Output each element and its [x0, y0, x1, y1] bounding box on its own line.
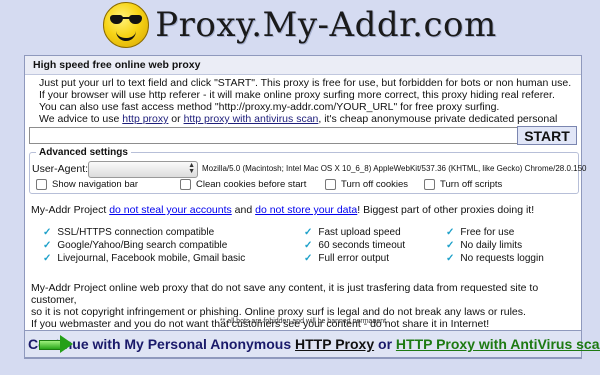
clean-cookies-checkbox[interactable]: Clean cookies before start [180, 179, 306, 190]
continue-text: Continue with My Personal Anonymous HTTP… [28, 336, 600, 352]
feature-item: ✓ SSL/HTTPS connection compatible [43, 226, 245, 239]
continue-text-part: or [374, 336, 396, 352]
continue-http-proxy-link[interactable]: HTTP Proxy [295, 336, 374, 352]
feature-item: ✓ Full error output [304, 252, 405, 265]
user-agent-row: User-Agent: ▲ ▼ Mozilla/5.0 (Macintosh; I… [32, 161, 586, 178]
intro-line: Just put your url to text field and clic… [39, 77, 572, 89]
feature-label: Full error output [318, 253, 389, 264]
intro-line: You can also use fast access method "htt… [39, 101, 500, 113]
checkbox-label: Turn off scripts [440, 179, 503, 190]
features-column: ✓ SSL/HTTPS connection compatible ✓ Google… [43, 226, 245, 265]
about-line: so it is not copyright infringement or p… [31, 306, 526, 318]
features-column: ✓ Fast upload speed ✓ 60 seconds timeout ✓… [304, 226, 405, 265]
feature-label: 60 seconds timeout [318, 240, 406, 251]
checkmark-icon: ✓ [446, 227, 455, 238]
feature-item: ✓ 60 seconds timeout [304, 239, 405, 252]
checkbox-box[interactable] [180, 179, 191, 190]
user-agent-label: User-Agent: [32, 163, 89, 175]
checkmark-icon: ✓ [304, 227, 313, 238]
checkmark-icon: ✓ [304, 240, 313, 251]
no-store-data-link[interactable]: do not store your data [255, 204, 357, 216]
checkbox-label: Show navigation bar [52, 179, 139, 190]
privacy-warning: My-Addr Project do not steal your accoun… [31, 204, 534, 216]
checkmark-icon: ✓ [43, 227, 52, 238]
user-agent-select[interactable]: ▲ ▼ [88, 161, 198, 178]
continue-antivirus-proxy-link[interactable]: HTTP Proxy with AntiVirus scan [396, 336, 600, 352]
feature-label: Fast upload speed [318, 227, 401, 238]
checkbox-label: Clean cookies before start [196, 179, 307, 190]
checkmark-icon: ✓ [43, 253, 52, 264]
checkbox-box[interactable] [424, 179, 435, 190]
continue-bar: Continue with My Personal Anonymous HTTP… [24, 330, 600, 358]
feature-label: Livejournal, Facebook mobile, Gmail basi… [57, 253, 246, 264]
no-steal-accounts-link[interactable]: do not steal your accounts [109, 204, 232, 216]
http-proxy-link[interactable]: http proxy [122, 113, 168, 125]
select-arrows-icon: ▲ ▼ [188, 162, 195, 175]
feature-label: Google/Yahoo/Bing search compatible [57, 240, 228, 251]
checkmark-icon: ✓ [446, 240, 455, 251]
feature-label: SSL/HTTPS connection compatible [57, 227, 215, 238]
intro-line: If your browser will use http referer - … [39, 89, 555, 101]
options-row: Show navigation bar Clean cookies before… [34, 179, 574, 192]
feature-label: Free for use [460, 227, 515, 238]
http-proxy-antivirus-link[interactable]: http proxy with antivirus scan [184, 113, 319, 125]
warning-text: and [231, 204, 256, 216]
feature-item: ✓ Free for use [446, 226, 544, 239]
turn-off-scripts-checkbox[interactable]: Turn off scripts [424, 179, 502, 190]
bots-note: ** all bots are fobidden and will be ban… [219, 318, 387, 325]
feature-item: ✓ Livejournal, Facebook mobile, Gmail bas… [43, 252, 245, 265]
right-arrow-icon [39, 335, 73, 353]
about-line: My-Addr Project online web proxy that do… [31, 282, 539, 306]
checkmark-icon: ✓ [43, 240, 52, 251]
url-row: START [29, 126, 577, 146]
intro-text-part: or [168, 113, 184, 125]
user-agent-value[interactable]: Mozilla/5.0 (Macintosh; Intel Mac OS X 1… [202, 164, 586, 173]
features-column: ✓ Free for use ✓ No daily limits ✓ No reque… [446, 226, 544, 265]
logo-text[interactable]: Proxy.My-Addr.com [155, 5, 496, 45]
smiley-sunglasses-icon [103, 2, 150, 48]
advanced-settings-title: Advanced settings [36, 147, 131, 158]
advanced-settings: Advanced settings User-Agent: ▲ ▼ Mozilla… [29, 147, 586, 194]
feature-label: No daily limits [460, 240, 523, 251]
checkmark-icon: ✓ [446, 253, 455, 264]
intro-text-part: We advice to use [39, 113, 123, 125]
checkbox-label: Turn off cookies [341, 179, 409, 190]
header: Proxy.My-Addr.com [0, 0, 600, 50]
show-navigation-bar-checkbox[interactable]: Show navigation bar [36, 179, 138, 190]
turn-off-cookies-checkbox[interactable]: Turn off cookies [325, 179, 408, 190]
checkbox-box[interactable] [325, 179, 336, 190]
feature-item: ✓ No daily limits [446, 239, 544, 252]
url-input[interactable] [29, 127, 533, 144]
panel-title: High speed free online web proxy [25, 56, 581, 75]
main-panel: High speed free online web proxy Just pu… [24, 55, 586, 359]
checkmark-icon: ✓ [304, 253, 313, 264]
feature-item: ✓ Google/Yahoo/Bing search compatible [43, 239, 245, 252]
start-button[interactable]: START [517, 126, 577, 145]
warning-text: My-Addr Project [31, 204, 110, 216]
warning-text: ! Biggest part of other proxies doing it… [357, 204, 535, 216]
feature-item: ✓ No requests loggin [446, 252, 544, 265]
feature-item: ✓ Fast upload speed [304, 226, 405, 239]
checkbox-box[interactable] [36, 179, 47, 190]
feature-label: No requests loggin [460, 253, 544, 264]
